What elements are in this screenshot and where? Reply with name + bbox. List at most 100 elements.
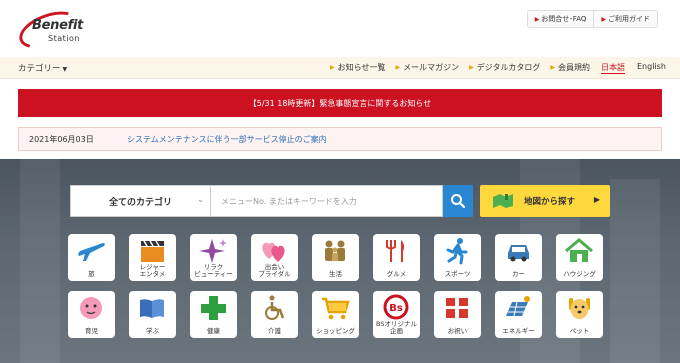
lang-japanese[interactable]: 日本語 [601, 62, 625, 74]
category-leisure[interactable]: レジャー エンタメ [129, 234, 176, 281]
cart-icon [322, 297, 350, 320]
category-sports[interactable]: スポーツ [434, 234, 481, 281]
category-learn[interactable]: 学ぶ [129, 291, 176, 338]
map-icon [493, 194, 513, 208]
category-gourmet[interactable]: グルメ [373, 234, 420, 281]
notice-date: 2021年06月03日 [29, 134, 94, 144]
nav-item-label: メールマガジン [403, 63, 460, 72]
category-label: 介護 [268, 327, 281, 335]
category-shopping[interactable]: ショッピング [312, 291, 359, 338]
fork-knife-icon [386, 240, 405, 262]
triangle-icon: ▶ [395, 64, 401, 71]
category-bridal[interactable]: 出会い ブライダル [251, 234, 298, 281]
category-label: BSオリジナル 企画 [376, 320, 417, 335]
car-icon [508, 245, 529, 262]
category-label: カー [512, 270, 525, 278]
nav-links: ▶ お知らせ一覧 ▶ メールマガジン ▶ デジタルカタログ ▶ 会員規約 [330, 62, 600, 73]
category-relax-beauty[interactable]: リラク ビューティー [190, 234, 237, 281]
nav-item-label: 会員規約 [557, 63, 590, 72]
category-housing[interactable]: ハウジング [556, 234, 603, 281]
category-label: 健康 [207, 327, 220, 335]
search-input[interactable]: メニューNo. またはキーワードを入力 [211, 185, 443, 217]
category-select[interactable]: 全てのカテゴリ ⌄ [70, 185, 211, 217]
nav-item-digital-catalog[interactable]: ▶ デジタルカタログ [469, 62, 540, 73]
nav-item-mail-magazine[interactable]: ▶ メールマガジン [395, 62, 459, 73]
category-menu-label: カテゴリー [18, 64, 61, 74]
map-button-label: 地図から探す [524, 197, 576, 207]
sparkle-icon [199, 239, 227, 263]
category-celebration[interactable]: お祝い [434, 291, 481, 338]
category-travel[interactable]: 旅 [68, 234, 115, 281]
runner-icon [446, 238, 468, 265]
category-label: 育児 [85, 327, 98, 335]
dog-icon [569, 298, 590, 319]
book-icon [140, 299, 164, 318]
category-label: ペット [569, 327, 590, 335]
hero-section: 全てのカテゴリ ⌄ メニューNo. またはキーワードを入力 地図から探す ▶ 旅 … [0, 159, 680, 363]
category-label: 出会い ブライダル [258, 263, 291, 278]
header-links: ▶ お問合せ･FAQ ▶ ご利用ガイド [526, 10, 658, 28]
category-label: グルメ [386, 270, 407, 278]
background-building [20, 159, 60, 363]
svg-text:Bs: Bs [389, 303, 403, 314]
wheelchair-icon [265, 295, 285, 320]
contact-faq-link[interactable]: ▶ お問合せ･FAQ [528, 11, 594, 27]
category-life[interactable]: 生活 [312, 234, 359, 281]
category-car[interactable]: カー [495, 234, 542, 281]
chevron-down-icon: ⌄ [197, 195, 204, 204]
logo-sub-text: Station [48, 34, 80, 43]
category-label: レジャー エンタメ [139, 263, 166, 278]
map-search-button[interactable]: 地図から探す ▶ [480, 185, 610, 217]
search-bar: 全てのカテゴリ ⌄ メニューNo. またはキーワードを入力 地図から探す ▶ [70, 185, 610, 217]
category-label: エネルギー [502, 327, 535, 335]
emergency-alert-banner[interactable]: 【5/31 18時更新】緊急事態宣言に関するお知らせ [18, 89, 662, 117]
gift-icon [446, 298, 468, 318]
search-placeholder: メニューNo. またはキーワードを入力 [221, 196, 357, 206]
nav-item-member-terms[interactable]: ▶ 会員規約 [550, 62, 590, 73]
clapperboard-icon [141, 240, 164, 262]
category-nursing-care[interactable]: 介護 [251, 291, 298, 338]
category-label: お祝い [447, 327, 468, 335]
language-switch: 日本語 English [601, 62, 666, 74]
category-label: スポーツ [444, 270, 471, 278]
usage-guide-link[interactable]: ▶ ご利用ガイド [593, 11, 657, 27]
benefit-station-logo[interactable]: Benefit Station [14, 4, 88, 56]
arrow-icon: ▶ [601, 15, 606, 23]
arrow-icon: ▶ [534, 15, 540, 23]
house-icon [565, 238, 593, 262]
background-building [610, 179, 660, 363]
search-button[interactable] [443, 185, 473, 217]
bs-logo-icon: Bs [383, 294, 409, 320]
logo-main-text: Benefit [32, 18, 84, 33]
triangle-icon: ▶ [550, 64, 555, 71]
category-menu[interactable]: カテゴリー ▼ [18, 62, 67, 74]
category-energy[interactable]: エネルギー [495, 291, 542, 338]
search-icon [451, 194, 466, 209]
category-label: ハウジング [563, 270, 596, 278]
category-label: ショッピング [316, 327, 355, 335]
category-health[interactable]: 健康 [190, 291, 237, 338]
nav-item-label: デジタルカタログ [476, 63, 541, 72]
category-label: 生活 [329, 270, 342, 278]
nav-item-label: お知らせ一覧 [337, 63, 386, 72]
site-header: Benefit Station ▶ お問合せ･FAQ ▶ ご利用ガイド [0, 0, 680, 57]
category-label: 旅 [88, 270, 95, 278]
category-label: 学ぶ [146, 327, 159, 335]
category-bs-original[interactable]: Bs BSオリジナル 企画 [373, 291, 420, 338]
alert-text: 【5/31 18時更新】緊急事態宣言に関するお知らせ [248, 98, 432, 108]
triangle-icon: ▶ [469, 64, 474, 71]
category-label: リラク ビューティー [194, 263, 233, 278]
usage-guide-label: ご利用ガイド [608, 15, 650, 23]
baby-icon [80, 297, 102, 319]
airplane-icon [78, 243, 105, 261]
notice-link[interactable]: システムメンテナンスに伴う一部サービス停止のご案内 [127, 134, 327, 145]
category-childcare[interactable]: 育児 [68, 291, 115, 338]
solar-panel-icon [506, 296, 530, 317]
nav-item-news[interactable]: ▶ お知らせ一覧 [330, 62, 385, 73]
nav-bar: カテゴリー ▼ ▶ お知らせ一覧 ▶ メールマガジン ▶ デジタルカタログ ▶ 会員規約 … [0, 57, 680, 79]
category-select-value: 全てのカテゴリ [108, 197, 172, 208]
category-pet[interactable]: ペット [556, 291, 603, 338]
triangle-icon: ▶ [330, 64, 335, 71]
lang-english[interactable]: English [637, 62, 666, 74]
contact-faq-label: お問合せ･FAQ [541, 15, 587, 23]
